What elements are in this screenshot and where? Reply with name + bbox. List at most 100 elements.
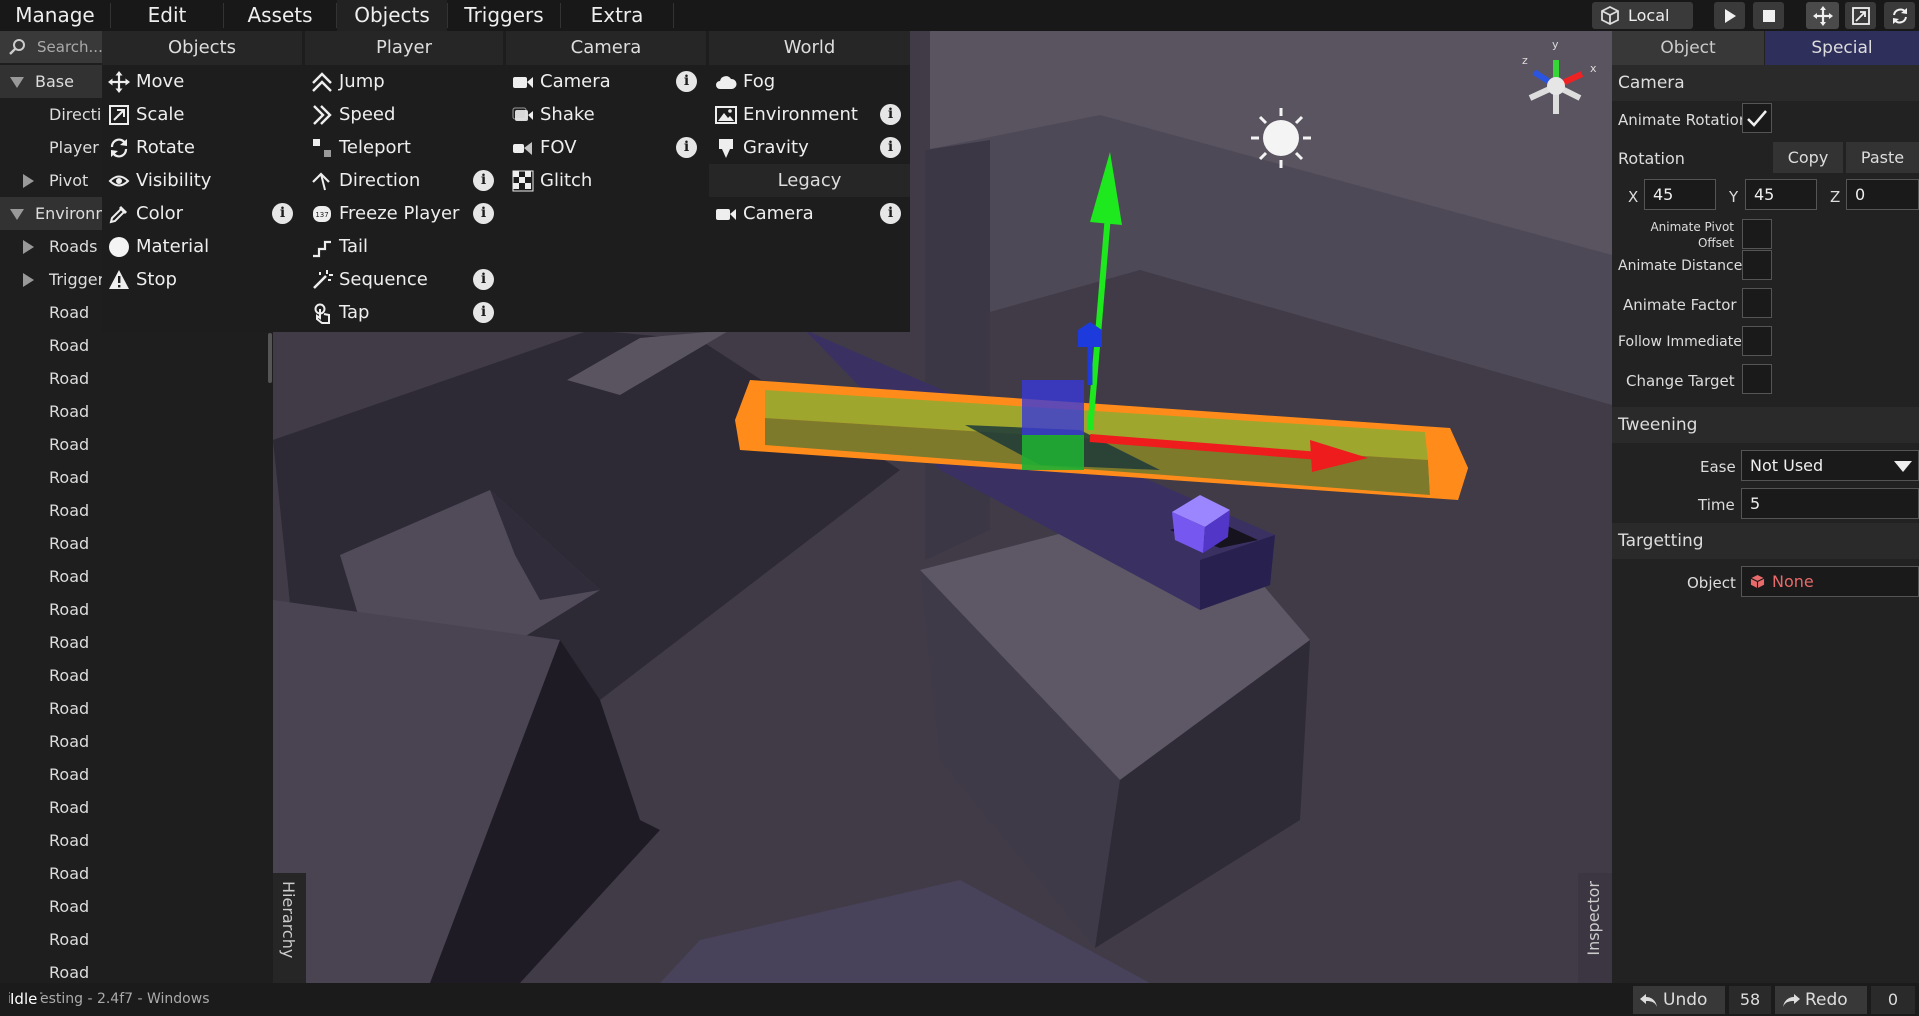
scale-tool-button[interactable] (1845, 2, 1876, 29)
space-mode-button[interactable]: Local (1592, 2, 1693, 29)
hierarchy-item-road[interactable]: Road (0, 593, 102, 626)
menu-item-fog[interactable]: Fog (709, 65, 910, 98)
hierarchy-item-road[interactable]: Road (0, 791, 102, 824)
tab-object[interactable]: Object (1612, 31, 1764, 65)
hierarchy-item-road[interactable]: Road (0, 824, 102, 857)
paste-button[interactable]: Paste (1846, 142, 1919, 173)
rotation-x-input[interactable]: 45 (1644, 179, 1716, 210)
menu-edit[interactable]: Edit (111, 0, 223, 31)
object-picker[interactable]: None (1741, 566, 1919, 597)
hierarchy-item-player[interactable]: Player (0, 131, 102, 164)
expand-arrow-icon[interactable] (10, 77, 24, 88)
hierarchy-item-road[interactable]: Road (0, 494, 102, 527)
menu-item-glitch[interactable]: Glitch (506, 164, 706, 197)
menu-item-material[interactable]: Material (102, 230, 302, 263)
info-icon[interactable]: i (880, 203, 901, 224)
info-icon[interactable]: i (880, 104, 901, 125)
hierarchy-item-road[interactable]: Road (0, 527, 102, 560)
animate-rotation-checkbox[interactable] (1742, 103, 1772, 133)
redo-button[interactable]: Redo (1775, 986, 1867, 1014)
hierarchy-item-road[interactable]: Road (0, 692, 102, 725)
undo-button[interactable]: Undo (1633, 986, 1725, 1014)
hierarchy-item-road[interactable]: Road (0, 758, 102, 791)
search-box[interactable]: Search... (0, 31, 103, 63)
info-icon[interactable]: i (676, 71, 697, 92)
rotation-y-input[interactable]: 45 (1745, 179, 1817, 210)
menu-item-teleport[interactable]: Teleport (305, 131, 503, 164)
hierarchy-item-pivot[interactable]: Pivot (0, 164, 102, 197)
info-icon[interactable]: i (473, 203, 494, 224)
hierarchy-item-road[interactable]: Road (0, 560, 102, 593)
collapsed-arrow-icon[interactable] (23, 273, 34, 287)
animate-pivot-offset-checkbox[interactable] (1742, 219, 1772, 249)
ease-select[interactable]: Not Used (1741, 450, 1919, 481)
menu-triggers[interactable]: Triggers (448, 0, 560, 31)
info-icon[interactable]: i (272, 203, 293, 224)
menu-item-scale[interactable]: Scale (102, 98, 302, 131)
menu-item-environment[interactable]: Environment i (709, 98, 910, 131)
rotate-tool-button[interactable] (1884, 2, 1915, 29)
info-icon[interactable]: i (473, 302, 494, 323)
menu-item-direction[interactable]: Direction i (305, 164, 503, 197)
hierarchy-item-direction[interactable]: Directio (0, 98, 102, 131)
hierarchy-item-environment[interactable]: Environm (0, 197, 102, 230)
hierarchy-item-road[interactable]: Road (0, 461, 102, 494)
expand-arrow-icon[interactable] (10, 209, 24, 220)
info-icon[interactable]: i (473, 269, 494, 290)
menu-item-jump[interactable]: Jump (305, 65, 503, 98)
hierarchy-item-road[interactable]: Road (0, 296, 102, 329)
menu-item-tail[interactable]: Tail (305, 230, 503, 263)
info-icon[interactable]: i (676, 137, 697, 158)
plane-handle-green[interactable] (1022, 435, 1084, 470)
menu-item-visibility[interactable]: Visibility (102, 164, 302, 197)
hierarchy-item-road[interactable]: Road (0, 329, 102, 362)
hierarchy-item-roads[interactable]: Roads (0, 230, 102, 263)
info-icon[interactable]: i (473, 170, 494, 191)
menu-manage[interactable]: Manage (0, 0, 110, 31)
hierarchy-item-triggers[interactable]: Triggers (0, 263, 102, 296)
menu-item-freeze-player[interactable]: 137 Freeze Player i (305, 197, 503, 230)
hierarchy-item-road[interactable]: Road (0, 626, 102, 659)
rotation-z-input[interactable]: 0 (1846, 179, 1919, 210)
hierarchy-item-road[interactable]: Road (0, 428, 102, 461)
menu-objects[interactable]: Objects (337, 0, 447, 31)
menu-item-sequence[interactable]: Sequence i (305, 263, 503, 296)
play-button[interactable] (1714, 2, 1745, 29)
copy-button[interactable]: Copy (1773, 142, 1843, 173)
inspector-tab[interactable]: Inspector (1578, 873, 1612, 983)
menu-assets[interactable]: Assets (224, 0, 336, 31)
change-target-checkbox[interactable] (1742, 364, 1772, 394)
hierarchy-item-road[interactable]: Road (0, 725, 102, 758)
hierarchy-item-road[interactable]: Road (0, 890, 102, 923)
animate-factor-checkbox[interactable] (1742, 288, 1772, 318)
time-input[interactable]: 5 (1741, 488, 1919, 519)
menu-item-camera[interactable]: Camera i (506, 65, 706, 98)
menu-item-shake[interactable]: Shake (506, 98, 706, 131)
menu-item-fov[interactable]: FOV i (506, 131, 706, 164)
menu-item-tap[interactable]: Tap i (305, 296, 503, 329)
collapsed-arrow-icon[interactable] (23, 240, 34, 254)
hierarchy-item-road[interactable]: Road (0, 923, 102, 956)
hierarchy-tab[interactable]: Hierarchy (273, 873, 306, 983)
menu-item-camera[interactable]: Camera i (709, 197, 910, 230)
info-icon[interactable]: i (880, 137, 901, 158)
hierarchy-item-road[interactable]: Road (0, 659, 102, 692)
move-tool-button[interactable] (1806, 2, 1839, 29)
menu-item-color[interactable]: Color i (102, 197, 302, 230)
menu-item-gravity[interactable]: Gravity i (709, 131, 910, 164)
hierarchy-item-road[interactable]: Road (0, 395, 102, 428)
menu-item-stop[interactable]: Stop (102, 263, 302, 296)
menu-item-speed[interactable]: Speed (305, 98, 503, 131)
plane-handle-blue[interactable] (1022, 380, 1084, 435)
follow-immediate-checkbox[interactable] (1742, 326, 1772, 356)
collapsed-arrow-icon[interactable] (23, 174, 34, 188)
menu-extra[interactable]: Extra (561, 0, 673, 31)
menu-item-rotate[interactable]: Rotate (102, 131, 302, 164)
animate-distance-checkbox[interactable] (1742, 250, 1772, 280)
hierarchy-item-road[interactable]: Road (0, 362, 102, 395)
stop-button[interactable] (1753, 2, 1784, 29)
hierarchy-scrollbar[interactable] (268, 333, 272, 383)
hierarchy-item-road[interactable]: Road (0, 857, 102, 890)
menu-item-move[interactable]: Move (102, 65, 302, 98)
tab-special[interactable]: Special (1765, 31, 1919, 65)
